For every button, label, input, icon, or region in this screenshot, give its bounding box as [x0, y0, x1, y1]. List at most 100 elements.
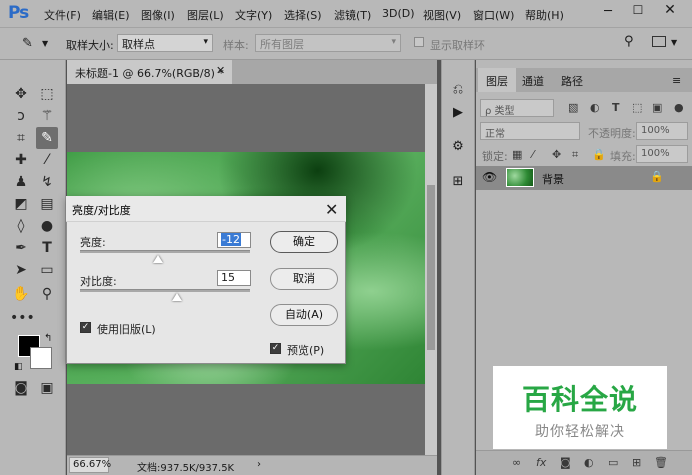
filter-toggle-icon[interactable]: ●	[674, 101, 684, 114]
path-selection-tool-icon[interactable]: ➤	[10, 259, 32, 281]
contrast-slider-track[interactable]	[80, 289, 250, 292]
brightness-slider-thumb[interactable]	[153, 255, 164, 263]
new-layer-icon[interactable]: ⊞	[632, 456, 641, 469]
properties-panel-icon[interactable]: ⚙	[448, 137, 468, 157]
zoom-tool-icon[interactable]: ⚲	[36, 283, 58, 305]
menu-file[interactable]: 文件(F)	[44, 7, 81, 23]
adjustments-panel-icon[interactable]: ⊞	[448, 172, 468, 192]
document-tab[interactable]: 未标题-1 @ 66.7%(RGB/8) *	[67, 60, 232, 84]
link-layers-icon[interactable]: ∞	[512, 456, 521, 469]
pen-tool-icon[interactable]: ✒	[10, 237, 32, 259]
marquee-tool-icon[interactable]: ⬚	[36, 83, 58, 105]
eyedropper-icon[interactable]: ✎	[22, 36, 33, 51]
move-tool-icon[interactable]: ✥	[10, 83, 32, 105]
minimize-button[interactable]: ─	[598, 4, 618, 22]
healing-brush-tool-icon[interactable]: ✚	[10, 149, 32, 171]
brush-tool-icon[interactable]: ⁄	[36, 149, 58, 171]
menu-type[interactable]: 文字(Y)	[235, 7, 272, 23]
magic-wand-tool-icon[interactable]: ⚚	[36, 105, 58, 127]
show-ring-checkbox[interactable]	[414, 37, 424, 47]
menu-select[interactable]: 选择(S)	[284, 7, 322, 23]
default-colors-icon[interactable]: ◧	[14, 362, 23, 372]
menu-image[interactable]: 图像(I)	[141, 7, 175, 23]
eraser-tool-icon[interactable]: ◩	[10, 193, 32, 215]
sample-size-value: 取样点	[122, 38, 155, 51]
lock-artboard-icon[interactable]: ⌗	[572, 148, 578, 162]
clone-stamp-tool-icon[interactable]: ♟	[10, 171, 32, 193]
tab-layers[interactable]: 图层	[478, 68, 516, 92]
rectangle-tool-icon[interactable]: ▭	[36, 259, 58, 281]
eyedropper-tool-icon[interactable]: ✎	[36, 127, 58, 149]
layer-style-icon[interactable]: fx	[536, 456, 546, 469]
sample-select[interactable]: 所有图层 ▾	[255, 34, 401, 52]
fill-value: 100%	[641, 148, 670, 159]
history-panel-icon[interactable]: ⎌	[448, 80, 468, 100]
lock-position-icon[interactable]: ✥	[552, 148, 561, 161]
preview-checkbox[interactable]: ✓	[270, 343, 281, 354]
hand-tool-icon[interactable]: ✋	[10, 283, 32, 305]
contrast-slider-thumb[interactable]	[171, 293, 182, 301]
workspace-icon[interactable]	[652, 36, 666, 47]
close-tab-icon[interactable]: ✕	[216, 64, 225, 77]
maximize-button[interactable]: ☐	[628, 3, 648, 21]
screen-mode-icon[interactable]: ▣	[36, 377, 58, 399]
chevron-down-icon[interactable]: ▼	[671, 38, 677, 47]
quick-mask-icon[interactable]: ◙	[10, 377, 32, 399]
contrast-input[interactable]: 15	[217, 270, 251, 286]
tab-channels[interactable]: 通道	[514, 68, 552, 92]
filter-shape-icon[interactable]: ⬚	[632, 101, 642, 114]
more-tools-icon[interactable]: •••	[10, 307, 35, 329]
layer-kind-filter[interactable]: ρ 类型	[480, 99, 554, 117]
chevron-down-icon: ▾	[203, 37, 208, 47]
menu-layer[interactable]: 图层(L)	[187, 7, 224, 23]
menu-filter[interactable]: 滤镜(T)	[334, 7, 371, 23]
legacy-checkbox[interactable]: ✓	[80, 322, 91, 333]
scrollbar-thumb[interactable]	[427, 185, 435, 350]
brightness-input[interactable]: -12	[217, 232, 251, 248]
sample-size-select[interactable]: 取样点 ▾	[117, 34, 213, 52]
lock-transparent-icon[interactable]: ▦	[512, 148, 522, 161]
blend-mode-select[interactable]: 正常	[480, 122, 580, 140]
chevron-down-icon[interactable]: ▼	[42, 39, 48, 48]
add-mask-icon[interactable]: ◙	[560, 456, 571, 469]
menu-help[interactable]: 帮助(H)	[525, 7, 564, 23]
ok-button[interactable]: 确定	[270, 231, 338, 253]
panel-menu-icon[interactable]: ≡	[672, 74, 681, 87]
filter-pixel-icon[interactable]: ▧	[568, 101, 578, 114]
lock-all-icon[interactable]: 🔒	[592, 148, 606, 161]
opacity-field[interactable]: 100%	[636, 122, 688, 140]
close-window-button[interactable]: ✕	[660, 2, 680, 22]
lasso-tool-icon[interactable]: ↄ	[10, 105, 32, 127]
show-ring-label: 显示取样环	[430, 39, 485, 52]
gradient-tool-icon[interactable]: ▤	[36, 193, 58, 215]
search-icon[interactable]: ⚲	[624, 34, 634, 49]
delete-layer-icon[interactable]: 🗑	[654, 456, 668, 469]
dialog-close-icon[interactable]: ✕	[325, 200, 338, 219]
zoom-field[interactable]: 66.67%	[69, 457, 111, 473]
tab-paths[interactable]: 路径	[553, 68, 591, 92]
actions-play-icon[interactable]: ▶	[448, 103, 468, 123]
new-group-icon[interactable]: ▭	[608, 456, 618, 469]
filter-adjustment-icon[interactable]: ◐	[590, 101, 600, 114]
fill-field[interactable]: 100%	[636, 145, 688, 163]
auto-button[interactable]: 自动(A)	[270, 304, 338, 326]
menu-3d[interactable]: 3D(D)	[382, 7, 415, 20]
lock-pixels-icon[interactable]: ⁄	[532, 148, 534, 161]
dodge-tool-icon[interactable]: ●	[36, 215, 58, 237]
visibility-eye-icon[interactable]: 👁	[482, 170, 497, 184]
filter-smart-object-icon[interactable]: ▣	[652, 101, 662, 114]
chevron-right-icon[interactable]: ›	[257, 459, 261, 470]
adjustment-layer-icon[interactable]: ◐	[584, 456, 594, 469]
menu-window[interactable]: 窗口(W)	[473, 7, 514, 23]
history-brush-tool-icon[interactable]: ↯	[36, 171, 58, 193]
cancel-button[interactable]: 取消	[270, 268, 338, 290]
blur-tool-icon[interactable]: ◊	[10, 215, 32, 237]
filter-type-icon[interactable]: T	[612, 101, 620, 114]
background-color-swatch[interactable]	[30, 347, 52, 369]
crop-tool-icon[interactable]: ⌗	[10, 127, 32, 149]
menu-view[interactable]: 视图(V)	[423, 7, 461, 23]
brightness-slider-track[interactable]	[80, 250, 250, 253]
type-tool-icon[interactable]: T	[36, 237, 58, 259]
swap-colors-icon[interactable]: ↰	[44, 333, 52, 344]
menu-edit[interactable]: 编辑(E)	[92, 7, 130, 23]
